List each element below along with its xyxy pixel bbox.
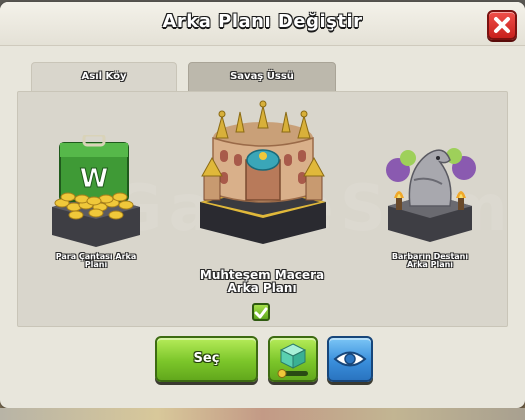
- scenery-label-line1: Muhteşem Macera: [199, 268, 325, 282]
- scenery-label-colosseum: Muhteşem Macera Arka Planı: [178, 269, 346, 294]
- svg-text:W: W: [80, 164, 109, 194]
- checkmark-icon: [254, 307, 268, 319]
- dialog-titlebar: Arka Planı Değiştir: [0, 2, 525, 46]
- scenery-label-briefcase: Para Çantası Arka Planı: [38, 252, 154, 270]
- scenery-label-dragon: Barbarın Destanı Arka Planı: [374, 252, 486, 270]
- gem-button[interactable]: [268, 336, 318, 382]
- selected-checkbox[interactable]: [252, 303, 270, 321]
- wwe-briefcase-gold-coins-icon: W: [52, 133, 140, 247]
- close-icon: [494, 17, 510, 33]
- scenery-card-dragon[interactable]: [384, 140, 476, 246]
- close-button[interactable]: [487, 10, 517, 40]
- scenery-card-colosseum[interactable]: [196, 98, 330, 246]
- change-scenery-dialog: Arka Planı Değiştir Asıl Köy Savaş Üssü …: [0, 2, 525, 408]
- scenery-label-line2: Arka Planı: [406, 260, 454, 270]
- dialog-title: Arka Planı Değiştir: [162, 11, 363, 32]
- scenery-label-line2: Arka Planı: [227, 280, 297, 295]
- game-bottom-strip: [0, 408, 525, 420]
- scenery-card-briefcase[interactable]: W: [46, 133, 146, 251]
- select-button-label: Seç: [193, 351, 220, 366]
- select-button[interactable]: Seç: [155, 336, 258, 382]
- tab-home-village[interactable]: Asıl Köy: [31, 62, 177, 93]
- eye-icon: [333, 351, 367, 367]
- preview-button[interactable]: [327, 336, 373, 382]
- tab-war-base[interactable]: Savaş Üssü: [188, 62, 336, 92]
- dragon-statue-icon: [386, 148, 476, 242]
- colosseum-arena-icon: [200, 100, 326, 244]
- gem-cube-icon: [277, 343, 308, 378]
- scenery-label-line2: Planı: [84, 260, 108, 270]
